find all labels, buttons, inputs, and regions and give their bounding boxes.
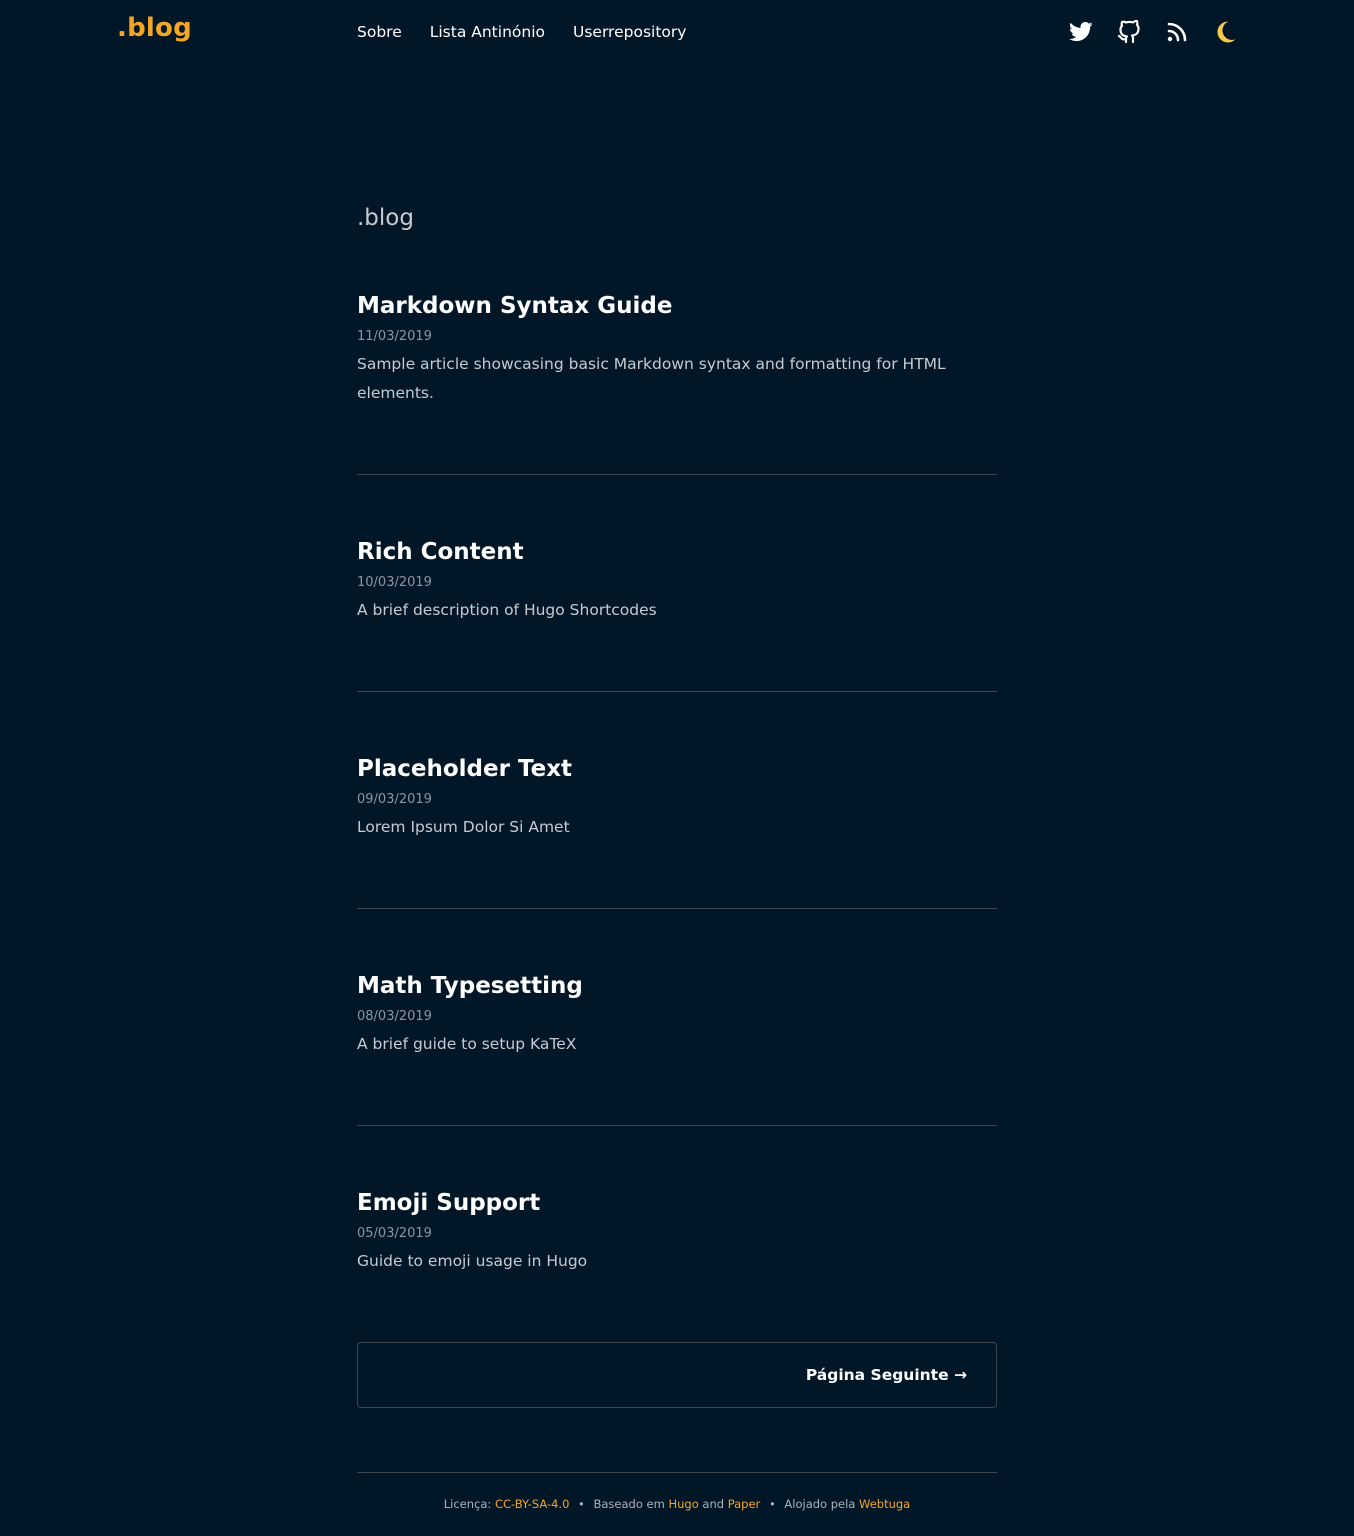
site-header: .blog Sobre Lista Antinónio Userreposito… [0, 0, 1354, 64]
post-description: Guide to emoji usage in Hugo [357, 1252, 588, 1270]
post-description: A brief guide to setup KaTeX [357, 1035, 577, 1053]
site-logo[interactable]: .blog [117, 13, 192, 43]
site-footer: Licença: CC-BY-SA-4.0 • Baseado em Hugo … [0, 1496, 1354, 1512]
post-title[interactable]: Markdown Syntax Guide [357, 292, 997, 320]
footer-separator: • [578, 1497, 585, 1511]
license-label: Licença: [443, 1497, 492, 1511]
social-links [1067, 18, 1239, 46]
page-title: .blog [357, 205, 414, 232]
hugo-link[interactable]: Hugo [668, 1497, 698, 1511]
main-nav: Sobre Lista Antinónio Userrepository [357, 22, 686, 42]
post-divider [357, 474, 997, 475]
post-description: Lorem Ipsum Dolor Si Amet [357, 818, 570, 836]
post-date: 11/03/2019 [357, 329, 432, 344]
post-description: Sample article showcasing basic Markdown… [357, 355, 946, 402]
post-description: A brief description of Hugo Shortcodes [357, 601, 657, 619]
twitter-icon[interactable] [1067, 18, 1095, 46]
post-item: Emoji Support 05/03/2019 Guide to emoji … [357, 1189, 997, 1276]
post-divider [357, 691, 997, 692]
post-title[interactable]: Rich Content [357, 538, 997, 566]
webtuga-link[interactable]: Webtuga [859, 1497, 910, 1511]
post-date: 08/03/2019 [357, 1009, 432, 1024]
nav-item-userrepository[interactable]: Userrepository [573, 22, 686, 42]
post-divider [357, 908, 997, 909]
post-title[interactable]: Placeholder Text [357, 755, 997, 783]
nav-item-sobre[interactable]: Sobre [357, 22, 402, 42]
moon-icon[interactable] [1211, 18, 1239, 46]
post-item: Math Typesetting 08/03/2019 A brief guid… [357, 972, 997, 1059]
nav-item-lista-antinonio[interactable]: Lista Antinónio [430, 22, 545, 42]
post-title[interactable]: Math Typesetting [357, 972, 997, 1000]
post-divider [357, 1125, 997, 1126]
next-page-button[interactable]: Página Seguinte → [806, 1365, 967, 1385]
post-date: 09/03/2019 [357, 792, 432, 807]
github-icon[interactable] [1115, 18, 1143, 46]
post-date: 05/03/2019 [357, 1226, 432, 1241]
post-date: 10/03/2019 [357, 575, 432, 590]
based-label: Baseado em [593, 1497, 665, 1511]
paper-link[interactable]: Paper [728, 1497, 761, 1511]
post-item: Markdown Syntax Guide 11/03/2019 Sample … [357, 292, 997, 408]
and-label: and [702, 1497, 725, 1511]
footer-separator: • [768, 1497, 776, 1511]
rss-icon[interactable] [1163, 18, 1191, 46]
hosted-label: Alojado pela [784, 1497, 856, 1511]
post-title[interactable]: Emoji Support [357, 1189, 997, 1217]
post-item: Rich Content 10/03/2019 A brief descript… [357, 538, 997, 625]
pagination: Página Seguinte → [357, 1342, 997, 1408]
license-link[interactable]: CC-BY-SA-4.0 [495, 1497, 569, 1511]
post-item: Placeholder Text 09/03/2019 Lorem Ipsum … [357, 755, 997, 842]
footer-divider [357, 1472, 997, 1473]
